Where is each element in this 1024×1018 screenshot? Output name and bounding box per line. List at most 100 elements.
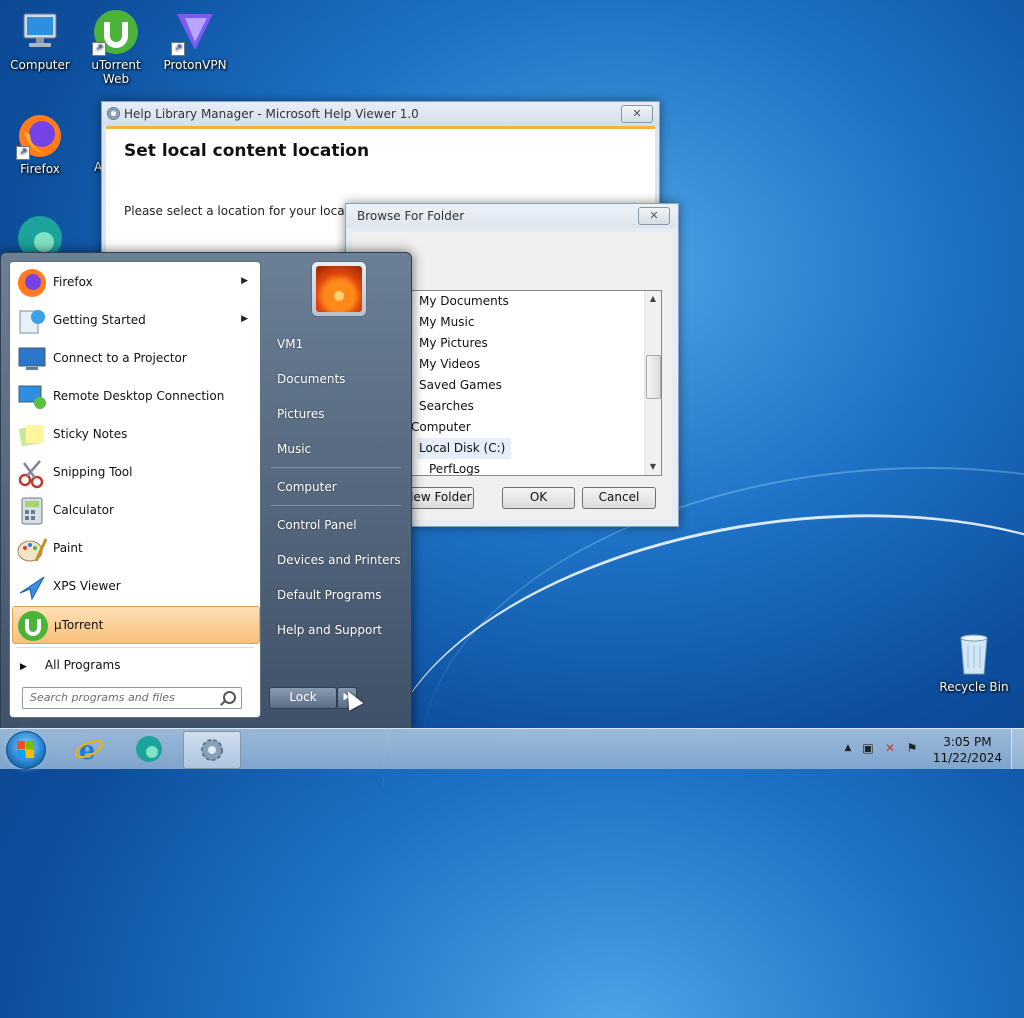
all-programs-button[interactable]: ▶ All Programs xyxy=(20,658,121,672)
desktop-icon-recycle-bin[interactable]: Recycle Bin xyxy=(936,630,1012,694)
right-link-music[interactable]: Music xyxy=(277,442,311,456)
scroll-thumb[interactable] xyxy=(646,355,661,399)
windows-logo-icon xyxy=(17,741,25,749)
tree-item[interactable]: My Pictures xyxy=(411,333,661,354)
program-item-firefox[interactable]: Firefox ▶ xyxy=(12,264,258,300)
right-link-default-programs[interactable]: Default Programs xyxy=(277,588,382,602)
tree-item[interactable]: Saved Games xyxy=(411,375,661,396)
program-item-connect-projector[interactable]: Connect to a Projector xyxy=(12,340,258,376)
window-title: Help Library Manager - Microsoft Help Vi… xyxy=(124,107,419,121)
desktop-icon-label: Computer xyxy=(10,58,70,72)
start-button[interactable] xyxy=(6,731,46,769)
divider xyxy=(16,647,254,648)
desktop-icon-computer[interactable]: Computer xyxy=(2,8,78,72)
divider xyxy=(271,467,401,468)
scroll-up-icon[interactable]: ▲ xyxy=(645,291,661,307)
search-placeholder: Search programs and files xyxy=(30,691,175,704)
program-label: Snipping Tool xyxy=(53,465,133,479)
instruction-text: Please select a location for your local … xyxy=(124,204,378,218)
right-link-devices-printers[interactable]: Devices and Printers xyxy=(277,553,401,567)
start-menu[interactable]: Firefox ▶ Getting Started ▶ Connect to a… xyxy=(0,252,412,729)
program-item-xps-viewer[interactable]: XPS Viewer xyxy=(12,568,258,604)
scissors-icon xyxy=(16,457,48,489)
folder-tree[interactable]: My Documents My Music My Pictures My Vid… xyxy=(410,290,662,476)
right-link-user[interactable]: VM1 xyxy=(277,337,303,351)
start-menu-programs: Firefox ▶ Getting Started ▶ Connect to a… xyxy=(9,261,261,718)
submenu-arrow-icon: ▶ xyxy=(241,276,248,286)
program-item-calculator[interactable]: Calculator xyxy=(12,492,258,528)
ok-button[interactable]: OK xyxy=(502,487,575,509)
projector-icon xyxy=(16,343,48,375)
volume-muted-icon[interactable]: ✕ xyxy=(883,741,897,755)
paint-icon xyxy=(16,533,48,565)
arrow-right-icon: ▶ xyxy=(20,662,27,672)
tree-item[interactable]: My Videos xyxy=(411,354,661,375)
desktop-icon-label: ProtonVPN xyxy=(163,58,227,72)
cancel-button[interactable]: Cancel xyxy=(582,487,656,509)
close-button[interactable]: ✕ xyxy=(638,207,670,225)
utorrent-icon xyxy=(17,610,49,642)
close-button[interactable]: ✕ xyxy=(621,105,653,123)
dialog-title: Browse For Folder xyxy=(357,209,465,223)
firefox-icon: ↗ xyxy=(16,112,64,160)
close-icon: ✕ xyxy=(649,209,659,222)
program-label: Remote Desktop Connection xyxy=(53,389,225,403)
search-input[interactable]: Search programs and files xyxy=(22,687,242,709)
app-icon xyxy=(78,112,102,160)
edge-icon xyxy=(136,736,162,762)
right-link-computer[interactable]: Computer xyxy=(277,480,337,494)
xps-viewer-icon xyxy=(16,571,48,603)
right-link-documents[interactable]: Documents xyxy=(277,372,345,386)
computer-icon xyxy=(16,8,64,56)
remote-desktop-icon xyxy=(16,381,48,413)
tree-item[interactable]: PerfLogs xyxy=(411,459,661,475)
program-item-getting-started[interactable]: Getting Started ▶ xyxy=(12,302,258,338)
window-titlebar[interactable]: Help Library Manager - Microsoft Help Vi… xyxy=(102,102,659,126)
divider xyxy=(271,505,401,506)
tree-item-selected[interactable]: Local Disk (C:) xyxy=(417,438,512,459)
page-title: Set local content location xyxy=(124,141,370,161)
program-item-snipping-tool[interactable]: Snipping Tool xyxy=(12,454,258,490)
program-label: Connect to a Projector xyxy=(53,351,187,365)
calculator-icon xyxy=(16,495,48,527)
program-label: Calculator xyxy=(53,503,114,517)
tree-item[interactable]: My Music xyxy=(411,312,661,333)
windows-logo-icon xyxy=(26,741,34,749)
desktop-icon-partial[interactable]: A xyxy=(78,112,102,174)
taskbar-help-viewer[interactable] xyxy=(183,731,241,769)
program-label: XPS Viewer xyxy=(53,579,121,593)
lock-button[interactable]: Lock xyxy=(269,687,337,709)
network-icon[interactable]: ▣ xyxy=(861,741,875,755)
windows-logo-icon xyxy=(26,750,34,758)
desktop-icon-firefox[interactable]: ↗ Firefox xyxy=(2,112,78,176)
clock[interactable]: 3:05 PM 11/22/2024 xyxy=(933,734,1002,766)
right-link-control-panel[interactable]: Control Panel xyxy=(277,518,357,532)
user-picture[interactable] xyxy=(311,261,367,317)
show-desktop-button[interactable] xyxy=(1011,729,1024,769)
dialog-titlebar[interactable]: Browse For Folder ✕ xyxy=(346,204,678,228)
desktop-icon-label: Firefox xyxy=(20,162,60,176)
tree-item[interactable]: Searches xyxy=(411,396,661,417)
scroll-down-icon[interactable]: ▼ xyxy=(645,459,661,475)
taskbar-internet-explorer[interactable]: e xyxy=(62,731,118,767)
program-item-sticky-notes[interactable]: Sticky Notes xyxy=(12,416,258,452)
program-item-utorrent[interactable]: μTorrent xyxy=(12,606,260,644)
program-item-remote-desktop[interactable]: Remote Desktop Connection xyxy=(12,378,258,414)
desktop-icon-utorrent-web[interactable]: ↗ uTorrent Web xyxy=(78,8,154,86)
tree-item[interactable]: Computer xyxy=(411,417,661,438)
tree-item[interactable]: My Documents xyxy=(411,291,661,312)
taskbar: e ▲ ▣ ✕ ⚑ 3:05 PM 11/22/2024 xyxy=(0,728,1024,769)
shortcut-arrow-icon: ↗ xyxy=(16,146,30,160)
search-icon xyxy=(223,691,236,704)
desktop-icon-label: Recycle Bin xyxy=(939,680,1009,694)
new-folder-button[interactable]: New Folder xyxy=(410,487,474,509)
right-link-pictures[interactable]: Pictures xyxy=(277,407,325,421)
show-hidden-icons-button[interactable]: ▲ xyxy=(841,741,855,755)
program-item-paint[interactable]: Paint xyxy=(12,530,258,566)
right-link-help-support[interactable]: Help and Support xyxy=(277,623,382,637)
desktop-icon-protonvpn[interactable]: ↗ ProtonVPN xyxy=(157,8,233,72)
action-center-flag-icon[interactable]: ⚑ xyxy=(905,741,919,755)
recycle-bin-icon xyxy=(950,630,998,678)
taskbar-edge[interactable] xyxy=(122,731,178,767)
vertical-scrollbar[interactable]: ▲ ▼ xyxy=(644,291,661,475)
